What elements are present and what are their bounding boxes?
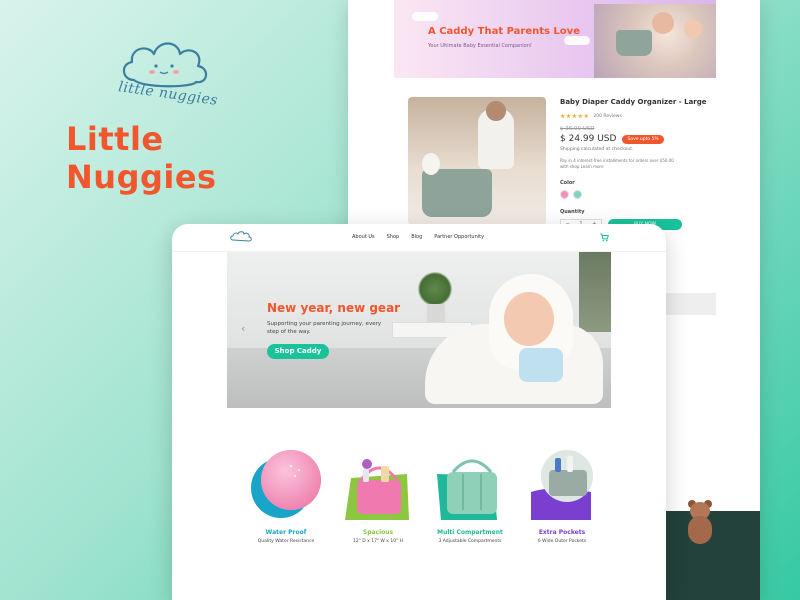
hero-subtext: Supporting your parenting journey, every… xyxy=(267,321,382,336)
cloud-logo-icon xyxy=(122,42,208,88)
promo-banner: A Caddy That Parents Love Your Ultimate … xyxy=(394,0,716,78)
feature-water-proof[interactable]: Water Proof Quality Water Resistance xyxy=(246,448,326,544)
brand-name: Little Nuggies xyxy=(66,120,217,196)
mother-image xyxy=(652,12,674,34)
feature-desc: 12" D x 17" W x 10" H xyxy=(352,539,404,544)
pocket-caddy-icon xyxy=(531,450,593,520)
homepage-screenshot: About Us Shop Blog Partner Opportunity ‹… xyxy=(172,224,666,600)
feature-title: Spacious xyxy=(362,529,394,536)
quantity-label: Quantity xyxy=(560,209,585,215)
cart-icon[interactable] xyxy=(600,233,609,242)
nav-links: About Us Shop Blog Partner Opportunity xyxy=(352,234,484,240)
product-rating: ★★★★★ 200 Reviews xyxy=(560,113,720,120)
installments-note: Pay in 4 interest-free installments for … xyxy=(560,158,720,170)
hero-headline: New year, new gear xyxy=(267,301,401,315)
color-swatch-teal[interactable] xyxy=(573,190,582,199)
baby-image xyxy=(684,20,702,38)
carousel-prev-icon[interactable]: ‹ xyxy=(241,322,245,335)
baby-shirt-image xyxy=(519,348,563,382)
star-rating-icon: ★★★★★ xyxy=(560,113,590,120)
feature-multi-compartment[interactable]: Multi Compartment 3 Adjustable Compartme… xyxy=(430,448,510,544)
teddy-bear-icon xyxy=(680,500,720,548)
pink-caddy-icon xyxy=(345,459,409,520)
feature-art xyxy=(435,448,505,522)
product-info: Baby Diaper Caddy Organizer - Large ★★★★… xyxy=(560,98,720,230)
color-swatches xyxy=(560,190,720,199)
feature-extra-pockets[interactable]: Extra Pockets 6 Wide Outer Pockets xyxy=(522,448,602,544)
cloud-logo-icon[interactable] xyxy=(228,230,254,246)
shop-pay-line[interactable]: with shop Learn more xyxy=(560,164,720,170)
color-label: Color xyxy=(560,180,575,186)
caddy-image xyxy=(422,169,492,217)
feature-spacious[interactable]: Spacious 12" D x 17" W x 10" H xyxy=(338,448,418,544)
hero-banner: ‹ New year, new gear Supporting your par… xyxy=(227,252,611,408)
product-title: Baby Diaper Caddy Organizer - Large xyxy=(560,98,707,106)
plant-image xyxy=(417,272,453,306)
teddy-image xyxy=(422,153,440,175)
feature-desc: 3 Adjustable Compartments xyxy=(438,539,502,544)
window-image xyxy=(579,252,611,332)
feature-desc: Quality Water Resistance xyxy=(257,539,315,544)
feature-title: Water Proof xyxy=(265,529,307,536)
compare-price: $ 36.00 USD xyxy=(560,126,595,132)
feature-art xyxy=(527,448,597,522)
compartment-caddy-icon xyxy=(437,459,497,520)
price-row: $ 24.99 USD Save upto 5% xyxy=(560,134,720,144)
teddy-body xyxy=(688,516,712,544)
feature-desc: 6 Wide Outer Pockets xyxy=(537,539,587,544)
cloud-icon xyxy=(564,36,590,45)
top-nav: About Us Shop Blog Partner Opportunity xyxy=(172,224,666,252)
nav-about-us[interactable]: About Us xyxy=(352,234,375,240)
shop-caddy-button[interactable]: Shop Caddy xyxy=(267,344,329,359)
nav-partner-opportunity[interactable]: Partner Opportunity xyxy=(434,234,484,240)
cloud-icon xyxy=(412,12,438,21)
promo-subtitle: Your Ultimate Baby Essential Companion! xyxy=(428,43,532,49)
feature-title: Extra Pockets xyxy=(538,529,586,536)
brand-block: little nuggies Little Nuggies xyxy=(60,28,280,196)
product-photo[interactable] xyxy=(408,97,546,225)
nav-shop[interactable]: Shop xyxy=(387,234,400,240)
plant-pot-image xyxy=(427,304,445,322)
save-badge: Save upto 5% xyxy=(622,134,664,144)
feature-title: Multi Compartment xyxy=(437,529,503,536)
water-drop-icon xyxy=(251,450,321,518)
feature-art xyxy=(251,448,321,522)
baby-face-image xyxy=(504,292,554,346)
features-row: Water Proof Quality Water Resistance Spa… xyxy=(246,448,606,558)
feature-art xyxy=(343,448,413,522)
caddy-image xyxy=(616,30,652,56)
promo-title: A Caddy That Parents Love xyxy=(428,26,580,37)
grey-bar xyxy=(666,293,716,315)
current-price: $ 24.99 USD xyxy=(560,134,617,144)
father-head xyxy=(486,101,506,121)
shipping-note: Shipping calculated at checkout. xyxy=(560,147,634,152)
review-count[interactable]: 200 Reviews xyxy=(593,114,621,119)
color-swatch-pink[interactable] xyxy=(560,190,569,199)
nav-blog[interactable]: Blog xyxy=(411,234,422,240)
